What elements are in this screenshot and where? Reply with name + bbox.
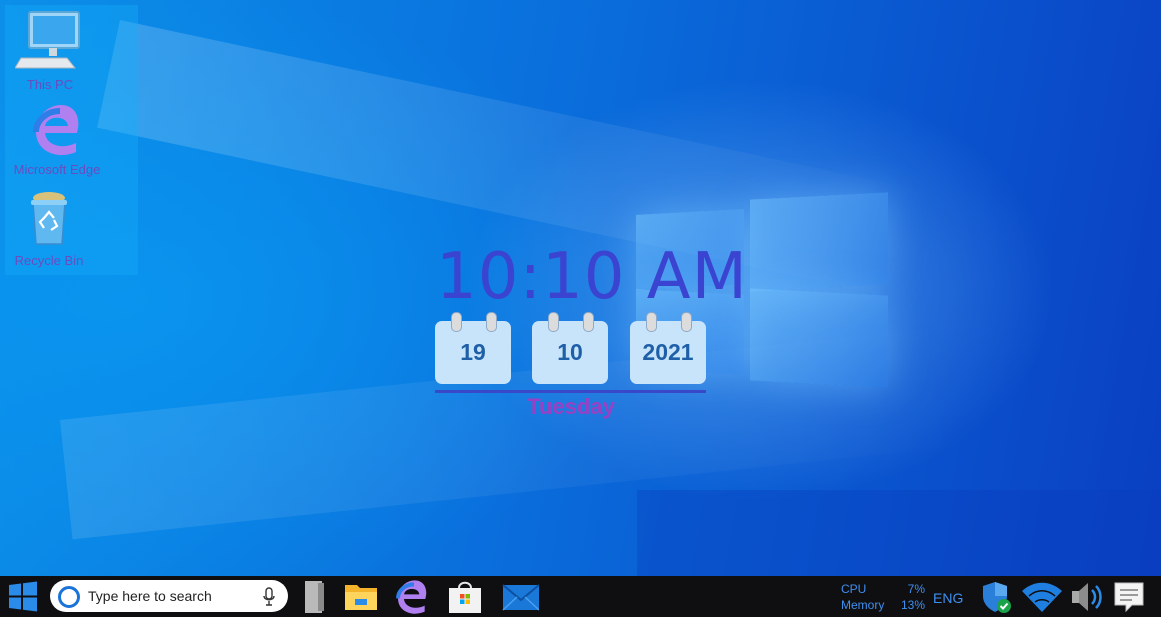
calendar-year-value: 2021 — [630, 321, 706, 384]
notifications-tray-button[interactable] — [1112, 579, 1146, 620]
desktop-wallpaper: This PC Microsoft Edge Recycle Bin 10:10… — [0, 0, 1161, 576]
wallpaper-shadow-block — [637, 490, 1161, 576]
cpu-value: 7% — [907, 582, 925, 596]
calendar-ring — [681, 312, 692, 332]
weekday-label: Tuesday — [527, 394, 615, 419]
edge-icon — [396, 580, 427, 614]
file-explorer-icon — [345, 585, 377, 610]
calendar-day-card: 19 — [435, 312, 511, 384]
task-view-icon — [305, 581, 324, 613]
recycle-bin-icon — [31, 192, 67, 245]
windows-logo-pane — [750, 288, 888, 388]
calendar-divider — [435, 390, 706, 393]
cpu-label: CPU — [841, 582, 867, 596]
this-pc-icon — [14, 11, 80, 69]
taskbar-search-box[interactable]: Type here to search — [50, 580, 288, 612]
desktop-icon-recycle-bin[interactable]: Recycle Bin — [0, 188, 104, 268]
volume-icon — [1072, 583, 1102, 611]
calendar-ring — [583, 312, 594, 332]
clock-time: 10:10 AM — [436, 240, 748, 314]
calendar-ring — [486, 312, 497, 332]
wifi-icon — [1022, 582, 1062, 612]
edge-taskbar-button[interactable] — [393, 579, 431, 615]
notifications-icon — [1114, 582, 1144, 613]
start-button[interactable] — [0, 576, 46, 617]
edge-icon — [33, 105, 79, 156]
microsoft-store-icon — [449, 581, 481, 613]
memory-label: Memory — [841, 598, 885, 612]
mail-button[interactable] — [501, 579, 540, 615]
microsoft-store-button[interactable] — [446, 579, 484, 615]
calendar-ring — [646, 312, 657, 332]
windows-security-tray-button[interactable] — [979, 579, 1015, 620]
calendar-month-value: 10 — [532, 321, 608, 384]
file-explorer-button[interactable] — [343, 579, 381, 615]
volume-tray-button[interactable] — [1069, 579, 1103, 620]
calendar-ring — [451, 312, 462, 332]
calendar-month-card: 10 — [532, 312, 608, 384]
desktop-icon-edge[interactable]: Microsoft Edge — [2, 103, 112, 177]
desktop-icon-this-pc[interactable]: This PC — [0, 10, 105, 92]
microphone-icon[interactable] — [262, 587, 276, 607]
cortana-circle-icon — [58, 586, 80, 608]
desktop-icon-label: This PC — [26, 77, 74, 92]
calendar-day-value: 19 — [435, 321, 511, 384]
memory-value: 13% — [900, 598, 925, 612]
task-view-button[interactable] — [298, 579, 336, 615]
mail-icon — [502, 584, 540, 611]
language-indicator[interactable]: ENG — [933, 590, 963, 606]
windows-logo-icon — [9, 581, 37, 612]
windows-security-icon — [983, 582, 1011, 613]
desktop-icon-label: Microsoft Edge — [13, 162, 101, 177]
calendar-year-card: 2021 — [630, 312, 706, 384]
desktop-icon-label: Recycle Bin — [14, 253, 84, 268]
calendar-ring — [548, 312, 559, 332]
search-placeholder: Type here to search — [88, 588, 212, 604]
performance-monitor[interactable]: CPU 7% Memory 13% — [841, 581, 927, 613]
windows-logo-pane — [750, 192, 888, 292]
wifi-tray-button[interactable] — [1020, 579, 1064, 620]
